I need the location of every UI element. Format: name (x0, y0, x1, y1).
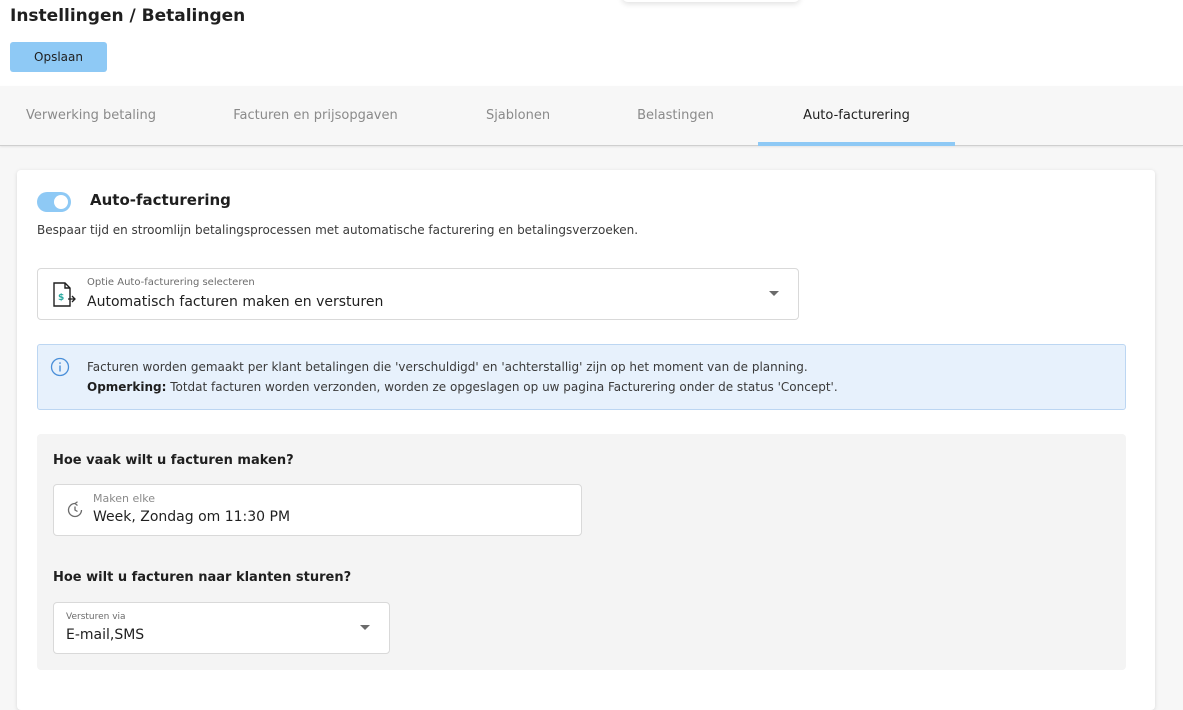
page-title: Instellingen / Betalingen (10, 6, 246, 26)
tab-bar: Verwerking betaling Facturen en prijsopg… (0, 86, 1183, 146)
svg-text:$: $ (58, 293, 64, 303)
active-tab-indicator (758, 142, 955, 146)
option-select-value: Automatisch facturen maken en versturen (87, 294, 384, 310)
send-question: Hoe wilt u facturen naar klanten sturen? (53, 570, 352, 585)
chevron-down-icon (769, 291, 779, 296)
save-button[interactable]: Opslaan (10, 42, 107, 72)
info-banner: Facturen worden gemaakt per klant betali… (37, 344, 1126, 410)
auto-invoicing-option-select[interactable]: $ Optie Auto-facturering selecteren Auto… (37, 268, 799, 320)
chevron-down-icon (360, 625, 370, 630)
send-via-label: Versturen via (66, 612, 126, 622)
note-text: Totdat facturen worden verzonden, worden… (166, 380, 838, 394)
top-bar: Instellingen / Betalingen Opslaan (0, 0, 1183, 86)
tab-templates[interactable]: Sjablonen (474, 86, 562, 146)
option-select-label: Optie Auto-facturering selecteren (87, 277, 255, 288)
schedule-panel: Hoe vaak wilt u facturen maken? Maken el… (37, 434, 1126, 670)
auto-invoicing-card: Auto-facturering Bespaar tijd en strooml… (17, 170, 1155, 710)
tab-auto-invoicing[interactable]: Auto-facturering (758, 86, 955, 146)
note-label: Opmerking: (87, 380, 167, 394)
frequency-label: Maken elke (93, 492, 156, 505)
frequency-question: Hoe vaak wilt u facturen maken? (53, 453, 294, 468)
tab-invoices-estimates[interactable]: Facturen en prijsopgaven (220, 86, 411, 146)
frequency-field[interactable]: Maken elke Week, Zondag om 11:30 PM (53, 484, 582, 536)
invoice-send-icon: $ (53, 282, 76, 307)
send-via-select[interactable]: Versturen via E-mail,SMS (53, 602, 390, 654)
info-note: Opmerking: Totdat facturen worden verzon… (87, 380, 838, 394)
schedule-clock-icon (67, 501, 83, 518)
section-title: Auto-facturering (90, 191, 231, 209)
toggle-knob (54, 195, 68, 209)
tab-payment-processing[interactable]: Verwerking betaling (14, 86, 168, 146)
send-via-value: E-mail,SMS (66, 627, 145, 643)
top-popover-edge (622, 0, 800, 2)
frequency-value: Week, Zondag om 11:30 PM (93, 509, 291, 525)
tab-taxes[interactable]: Belastingen (625, 86, 726, 146)
auto-invoicing-toggle[interactable] (37, 192, 71, 212)
info-text: Facturen worden gemaakt per klant betali… (87, 360, 808, 374)
section-description: Bespaar tijd en stroomlijn betalingsproc… (37, 223, 639, 237)
info-icon (50, 357, 70, 377)
